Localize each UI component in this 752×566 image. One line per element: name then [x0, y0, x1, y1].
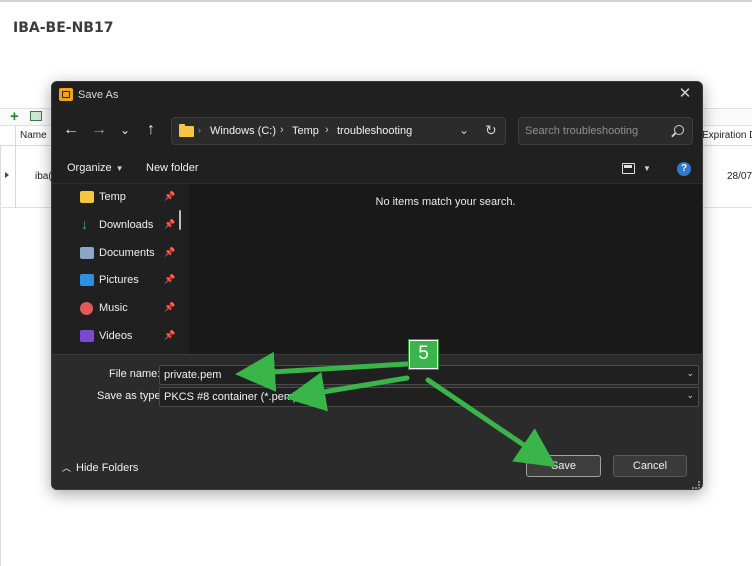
annotation-arrows — [235, 351, 557, 468]
step-number-badge: 5 — [409, 340, 438, 369]
arrow-to-save-button — [425, 377, 557, 468]
arrow-to-save-type — [285, 371, 410, 412]
arrow-to-file-name — [235, 351, 410, 392]
